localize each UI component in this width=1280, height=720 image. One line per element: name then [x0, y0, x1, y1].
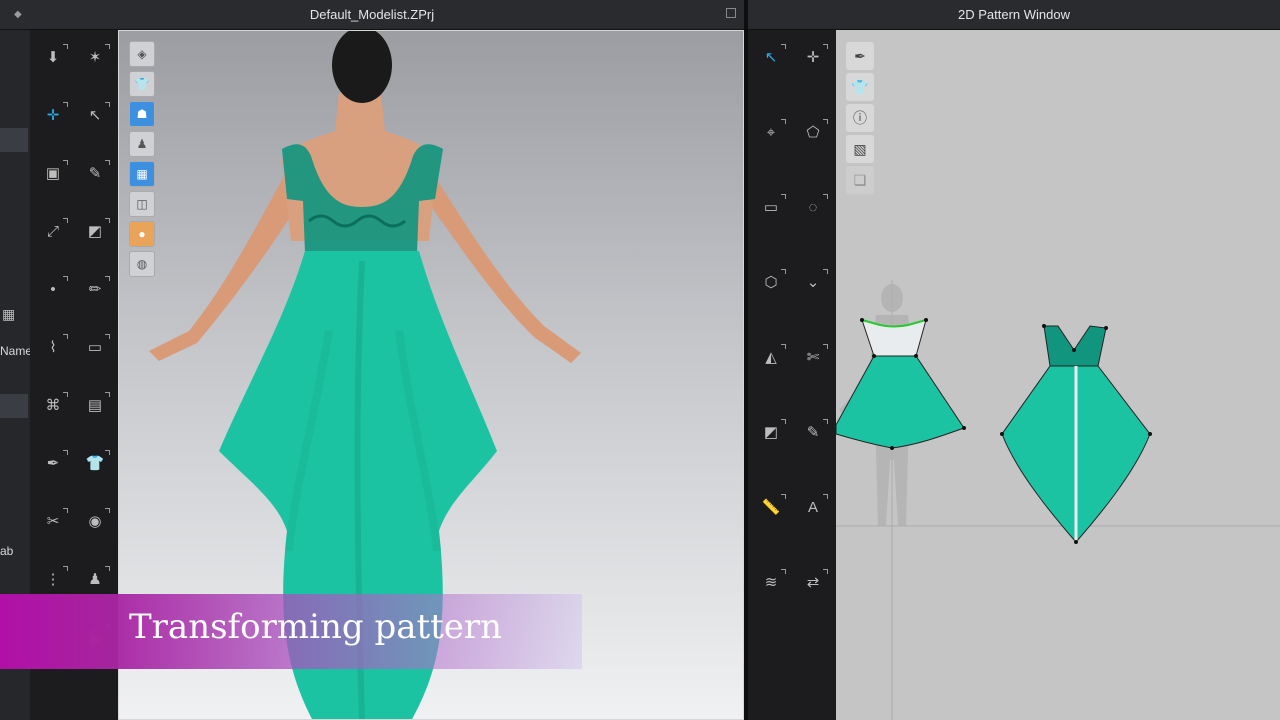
grading-icon[interactable]: ≋ — [758, 569, 786, 595]
polygon-icon[interactable]: ⬠ — [800, 119, 828, 145]
front-skirt-piece[interactable] — [836, 355, 965, 449]
pin-icon[interactable]: ✏ — [82, 276, 110, 302]
back-bodice-piece[interactable] — [1043, 325, 1107, 367]
transform-icon[interactable]: ✛ — [40, 102, 68, 128]
edit-pattern-icon[interactable]: ↖ — [82, 102, 110, 128]
segment-sewing-icon[interactable]: ⤢ — [40, 218, 68, 244]
tape-icon[interactable]: ▭ — [82, 334, 110, 360]
avatar-icon[interactable]: ♟ — [82, 566, 110, 592]
trim-icon[interactable]: ✄ — [800, 344, 828, 370]
edit-pattern-icon[interactable]: ↖ — [758, 44, 786, 70]
transform-icon[interactable]: ✛ — [800, 44, 828, 70]
window-title-2d: 2D Pattern Window — [958, 7, 1070, 22]
notch-icon[interactable]: ⌄ — [800, 269, 828, 295]
collapse-arrow-icon[interactable]: ◆ — [14, 9, 22, 20]
select-box-icon[interactable]: ▣ — [40, 160, 68, 186]
tab-label: ab — [0, 544, 14, 558]
internal-polygon-icon[interactable]: ⬡ — [758, 269, 786, 295]
shirt-icon[interactable]: 👕 — [82, 450, 110, 476]
trace-icon[interactable]: ⌇ — [40, 334, 68, 360]
pattern-canvas — [836, 280, 1280, 720]
point-icon[interactable]: • — [40, 276, 68, 302]
selected-row[interactable] — [0, 128, 28, 152]
window-title-bar-3d: ◆ Default_Modelist.ZPrj — [0, 0, 744, 30]
2d-toolbar: ↖ ✛ ⌖ ⬠ ▭ ◌ ⬡ ⌄ ◭ ✄ ◩ ✎ 📏 A ≋ ⇄ — [748, 30, 836, 720]
2d-pattern-view[interactable]: ✒ 👕 ⓘ ▧ ❏ — [836, 30, 1280, 720]
rectangle-icon[interactable]: ▭ — [758, 194, 786, 220]
symmetry-icon[interactable]: ⇄ — [800, 569, 828, 595]
window-title-bar-2d: 2D Pattern Window — [748, 0, 1280, 30]
cut-icon[interactable]: ✂ — [40, 508, 68, 534]
selected-row[interactable] — [0, 394, 28, 418]
grid-icon[interactable]: ▦ — [2, 306, 15, 323]
pen-icon[interactable]: ✒ — [40, 450, 68, 476]
sewing-icon[interactable]: ✎ — [82, 160, 110, 186]
edit-point-icon[interactable]: ⌖ — [758, 119, 786, 145]
arrange-icon[interactable]: ⌘ — [40, 392, 68, 418]
caption-banner: Transforming pattern — [0, 594, 582, 669]
fold-icon[interactable]: ◩ — [758, 419, 786, 445]
circle-icon[interactable]: ◌ — [800, 194, 828, 220]
ruler-icon[interactable]: 📏 — [758, 494, 786, 520]
walk-icon[interactable]: ✶ — [82, 44, 110, 70]
dart-icon[interactable]: ◭ — [758, 344, 786, 370]
fold-icon[interactable]: ◩ — [82, 218, 110, 244]
layer-icon[interactable]: ▤ — [82, 392, 110, 418]
window-title-3d: Default_Modelist.ZPrj — [309, 7, 435, 22]
zip-icon[interactable]: ⋮ — [40, 566, 68, 592]
move-down-icon[interactable]: ⬇ — [40, 44, 68, 70]
sewing-icon[interactable]: ✎ — [800, 419, 828, 445]
button-icon[interactable]: ◉ — [82, 508, 110, 534]
column-name-label: Name — [0, 344, 30, 358]
caption-text: Transforming pattern — [129, 607, 503, 647]
maximize-icon[interactable] — [726, 8, 736, 18]
text-icon[interactable]: A — [800, 494, 828, 520]
hair — [332, 31, 392, 103]
